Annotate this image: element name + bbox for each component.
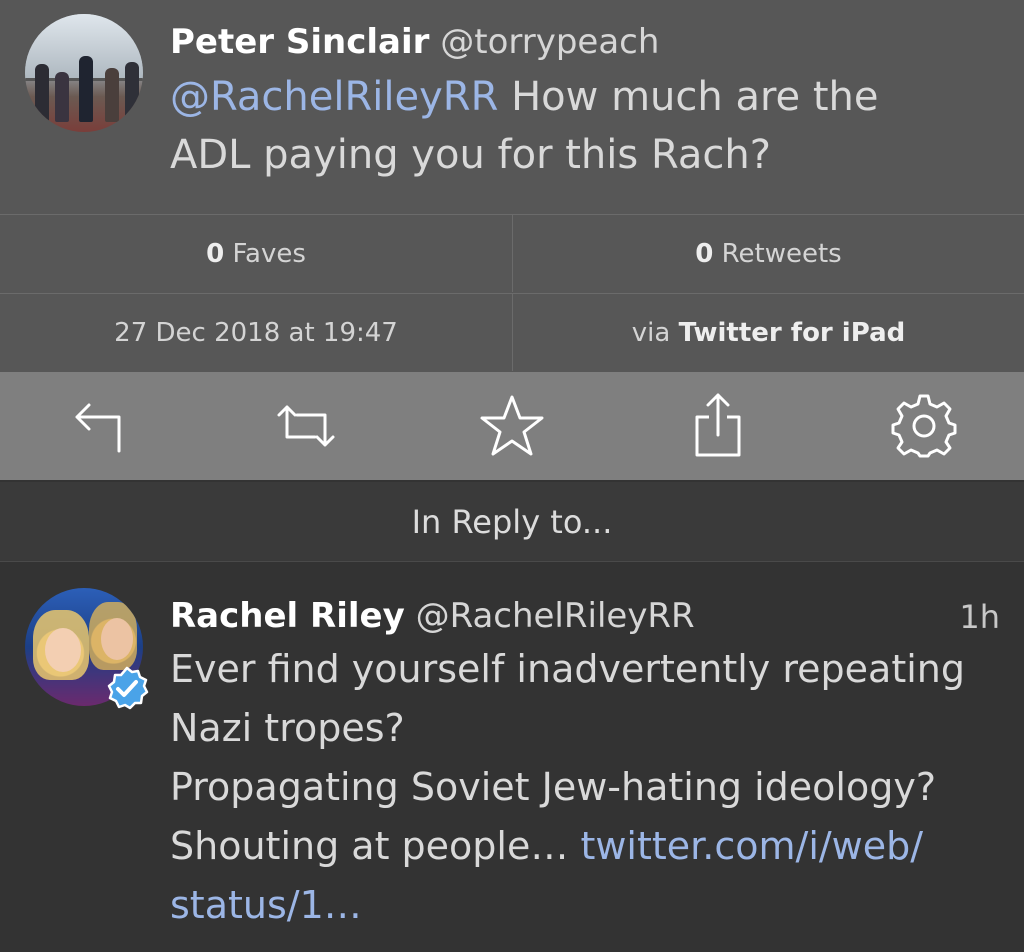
reply-button[interactable] bbox=[66, 390, 138, 462]
replied-tweet[interactable]: Rachel Riley @RachelRileyRR 1h Ever find… bbox=[0, 562, 1024, 952]
retweets-stat[interactable]: 0 Retweets bbox=[512, 214, 1024, 292]
tweet-source[interactable]: via Twitter for iPad bbox=[512, 293, 1024, 371]
mention-link[interactable]: @RachelRileyRR bbox=[170, 74, 498, 120]
tweet-text-line4: Shouting at people… bbox=[170, 824, 581, 868]
tweet-text: Ever find yourself inadvertently repeati… bbox=[170, 640, 965, 935]
tweet-text-line3: Propagating Soviet Jew-hating ideology? bbox=[170, 765, 936, 809]
tweet-text: @RachelRileyRR How much are the ADL payi… bbox=[170, 68, 879, 184]
reply-icon bbox=[75, 403, 121, 453]
settings-button[interactable] bbox=[888, 390, 960, 462]
tweet-text-line2: ADL paying you for this Rach? bbox=[170, 132, 771, 178]
author-handle[interactable]: @RachelRileyRR bbox=[416, 596, 695, 636]
author-line[interactable]: Rachel Riley @RachelRileyRR bbox=[170, 596, 695, 636]
avatar-photo-figure bbox=[55, 72, 69, 122]
tweet-date: 27 Dec 2018 at 19:47 bbox=[0, 293, 512, 371]
via-client: Twitter for iPad bbox=[678, 317, 906, 348]
faves-label: Faves bbox=[224, 238, 306, 269]
truncated-link[interactable]: twitter.com/i/web/ bbox=[580, 824, 923, 868]
share-icon bbox=[695, 393, 741, 457]
faves-stat[interactable]: 0 Faves bbox=[0, 214, 512, 292]
author-name[interactable]: Rachel Riley bbox=[170, 596, 405, 636]
main-tweet: Peter Sinclair @torrypeach @RachelRileyR… bbox=[0, 0, 1024, 214]
avatar[interactable] bbox=[25, 14, 143, 132]
tweet-text-line1: How much are the bbox=[498, 74, 879, 120]
tweet-stats: 0 Faves 0 Retweets 27 Dec 2018 at 19:47 … bbox=[0, 214, 1024, 372]
in-reply-to-header[interactable]: In Reply to... bbox=[0, 482, 1024, 562]
avatar-photo-figure bbox=[79, 56, 93, 122]
faves-count: 0 bbox=[206, 238, 225, 269]
avatar-photo-face bbox=[45, 628, 81, 672]
retweet-button[interactable] bbox=[270, 390, 342, 462]
favorite-button[interactable] bbox=[476, 390, 548, 462]
retweets-count: 0 bbox=[695, 238, 714, 269]
retweets-label: Retweets bbox=[713, 238, 842, 269]
tweet-text-line1: Ever find yourself inadvertently repeati… bbox=[170, 647, 965, 691]
in-reply-to-label: In Reply to... bbox=[411, 502, 613, 541]
tweet-time: 1h bbox=[959, 598, 1000, 636]
tweet-text-line2: Nazi tropes? bbox=[170, 706, 405, 750]
gear-icon bbox=[891, 394, 957, 458]
date-text: 27 Dec 2018 at 19:47 bbox=[114, 317, 398, 348]
via-prefix: via bbox=[631, 317, 679, 348]
verified-badge-icon bbox=[107, 666, 149, 710]
tweet-detail-screen: Peter Sinclair @torrypeach @RachelRileyR… bbox=[0, 0, 1024, 952]
share-button[interactable] bbox=[682, 390, 754, 462]
author-line[interactable]: Peter Sinclair @torrypeach bbox=[170, 22, 659, 62]
truncated-link-continued[interactable]: status/1… bbox=[170, 883, 362, 927]
retweet-icon bbox=[277, 405, 335, 447]
avatar-photo-figure bbox=[125, 62, 139, 122]
star-icon bbox=[480, 395, 544, 456]
author-name[interactable]: Peter Sinclair bbox=[170, 22, 429, 62]
author-handle[interactable]: @torrypeach bbox=[440, 22, 659, 62]
avatar-photo-face bbox=[101, 618, 133, 660]
avatar-photo-figure bbox=[105, 68, 119, 122]
avatar-photo-figure bbox=[35, 64, 49, 122]
action-toolbar bbox=[0, 372, 1024, 480]
